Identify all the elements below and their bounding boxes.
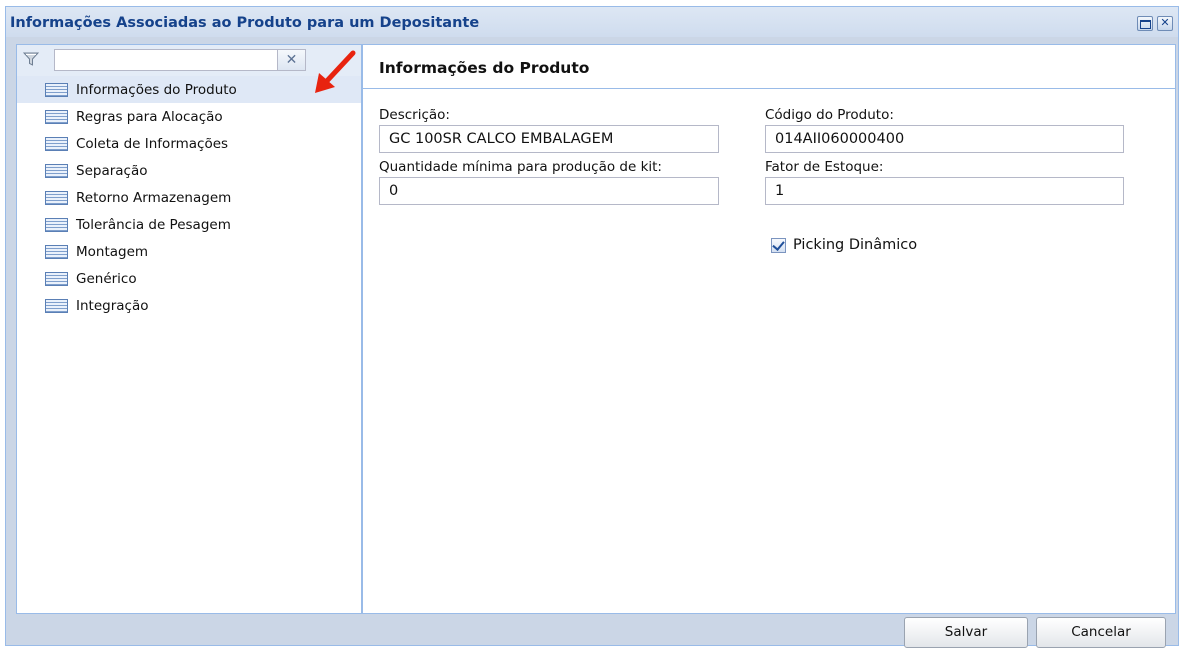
sidebar-panel: ✕ Informações do Produto Regras para Alo…: [16, 44, 362, 614]
nav-item-label: Genérico: [76, 270, 137, 287]
nav-item-label: Montagem: [76, 243, 149, 260]
nav-item-separacao[interactable]: Separação: [17, 157, 361, 184]
dialog-titlebar[interactable]: Informações Associadas ao Produto para u…: [6, 7, 1178, 37]
nav-item-label: Integração: [76, 297, 149, 314]
nav-item-coleta-informacoes[interactable]: Coleta de Informações: [17, 130, 361, 157]
nav-item-generico[interactable]: Genérico: [17, 265, 361, 292]
nav-item-label: Regras para Alocação: [76, 108, 223, 125]
codigo-produto-label: Código do Produto:: [765, 107, 894, 123]
filter-funnel-icon[interactable]: [23, 51, 39, 67]
close-icon[interactable]: ✕: [1157, 16, 1173, 31]
nav-item-tolerancia-pesagem[interactable]: Tolerância de Pesagem: [17, 211, 361, 238]
list-icon: [45, 271, 68, 286]
fator-estoque-label: Fator de Estoque:: [765, 159, 884, 175]
list-icon: [45, 298, 68, 313]
nav-item-label: Informações do Produto: [76, 81, 237, 98]
panel-header: Informações do Produto: [363, 45, 1175, 89]
list-icon: [45, 244, 68, 259]
qtd-minima-field[interactable]: 0: [379, 177, 719, 205]
picking-dinamico-row[interactable]: Picking Dinâmico: [771, 237, 917, 253]
nav-item-label: Separação: [76, 162, 148, 179]
red-arrow-icon: [315, 50, 356, 93]
picking-dinamico-label: Picking Dinâmico: [793, 237, 918, 253]
filter-input[interactable]: [54, 49, 278, 71]
content-panel: Informações do Produto Descrição: GC 100…: [362, 44, 1176, 614]
fator-estoque-field[interactable]: 1: [765, 177, 1124, 205]
maximize-icon[interactable]: [1137, 16, 1153, 31]
dialog-window: Informações Associadas ao Produto para u…: [5, 6, 1179, 648]
codigo-produto-field[interactable]: 014AII060000400: [765, 125, 1124, 153]
nav-item-regras-alocacao[interactable]: Regras para Alocação: [17, 103, 361, 130]
panel-title: Informações do Produto: [379, 59, 590, 77]
descricao-field[interactable]: GC 100SR CALCO EMBALAGEM: [379, 125, 719, 153]
filter-clear-button[interactable]: ✕: [278, 49, 306, 71]
list-icon: [45, 82, 68, 97]
qtd-minima-label: Quantidade mínima para produção de kit:: [379, 159, 662, 175]
nav-item-integracao[interactable]: Integração: [17, 292, 361, 319]
nav-item-label: Coleta de Informações: [76, 135, 229, 152]
list-icon: [45, 109, 68, 124]
nav-item-label: Tolerância de Pesagem: [76, 216, 231, 233]
list-icon: [45, 217, 68, 232]
list-icon: [45, 136, 68, 151]
descricao-label: Descrição:: [379, 107, 450, 123]
list-icon: [45, 163, 68, 178]
nav-item-label: Retorno Armazenagem: [76, 189, 232, 206]
nav-list: Informações do Produto Regras para Aloca…: [17, 76, 361, 319]
save-button[interactable]: Salvar: [904, 617, 1028, 648]
cancel-button[interactable]: Cancelar: [1036, 617, 1166, 648]
picking-dinamico-checkbox[interactable]: [771, 237, 786, 253]
nav-item-montagem[interactable]: Montagem: [17, 238, 361, 265]
list-icon: [45, 190, 68, 205]
dialog-title: Informações Associadas ao Produto para u…: [10, 15, 480, 31]
nav-item-retorno-armazenagem[interactable]: Retorno Armazenagem: [17, 184, 361, 211]
